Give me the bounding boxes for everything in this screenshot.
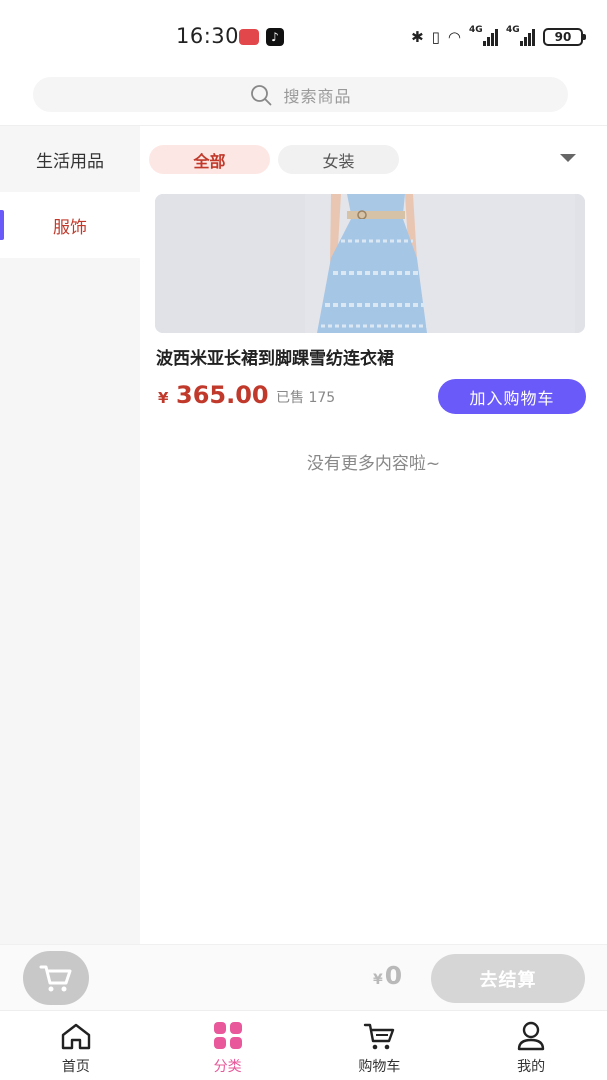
status-bar: 16:30 ♪ ✱ ▯ ◠ 4G 4G 90: [0, 0, 607, 72]
search-placeholder: 搜索商品: [283, 86, 352, 106]
cart-total: ¥0: [373, 961, 402, 990]
tab-home[interactable]: 首页: [0, 1011, 152, 1080]
signal-icon: 4G: [506, 25, 535, 46]
category-icon: [213, 1022, 242, 1049]
profile-icon: [517, 1021, 545, 1051]
expand-tabs-icon[interactable]: [560, 154, 576, 162]
tab-profile[interactable]: 我的: [455, 1011, 607, 1080]
search-input[interactable]: 搜索商品: [33, 77, 568, 112]
product-price: 365.00: [176, 381, 269, 409]
cart-icon: [39, 965, 72, 992]
signal-icon: 4G: [469, 25, 498, 46]
bluetooth-icon: ✱: [411, 28, 424, 46]
checkout-button[interactable]: 去结算: [431, 954, 585, 1003]
status-indicators: ✱ ▯ ◠ 4G 4G 90: [411, 25, 586, 48]
search-icon: [251, 84, 272, 105]
price-row: ¥ 365.00 已售 175 加入购物车: [156, 379, 586, 415]
battery-icon: 90: [543, 28, 586, 46]
tab-cart[interactable]: 购物车: [304, 1011, 456, 1080]
tiktok-icon: ♪: [266, 28, 284, 46]
dress-illustration: [155, 194, 585, 333]
sidebar-item-label: 生活用品: [36, 151, 104, 172]
sold-count: 已售 175: [276, 390, 336, 406]
tab-label: 我的: [517, 1059, 546, 1075]
cart-total-value: 0: [384, 961, 403, 990]
home-icon: [61, 1023, 91, 1050]
checkout-bar: ¥0 去结算: [0, 944, 607, 1010]
category-sidebar: 生活用品 服饰: [0, 126, 140, 944]
subcategory-tabs: 全部 女装: [149, 145, 399, 174]
sidebar-item-label: 服饰: [53, 217, 87, 238]
tab-womens-wear[interactable]: 女装: [278, 145, 399, 174]
network-type-label: 4G: [506, 25, 520, 35]
notification-app-icon: [239, 29, 259, 45]
product-image[interactable]: [155, 194, 585, 333]
bottom-tab-bar: 首页 分类 购物车 我的: [0, 1010, 607, 1080]
tab-all[interactable]: 全部: [149, 145, 270, 174]
tab-label: 购物车: [358, 1059, 401, 1075]
tab-label: 分类: [213, 1059, 242, 1075]
product-title[interactable]: 波西米亚长裙到脚踝雪纺连衣裙: [156, 344, 394, 369]
currency-symbol: ¥: [158, 389, 169, 407]
currency-symbol: ¥: [373, 972, 383, 988]
sidebar-item-apparel[interactable]: 服饰: [0, 192, 140, 258]
wifi-icon: ◠: [447, 28, 461, 46]
product-list-panel: 全部 女装 波西米亚长裙到脚踝雪纺连衣裙 ¥ 365.00 已售 175 加入购…: [140, 126, 607, 944]
vibrate-icon: ▯: [431, 28, 440, 46]
tab-category[interactable]: 分类: [152, 1011, 304, 1080]
status-time: 16:30: [176, 24, 240, 48]
add-to-cart-button[interactable]: 加入购物车: [438, 379, 586, 414]
end-of-list-text: 没有更多内容啦~: [306, 454, 441, 474]
network-type-label: 4G: [469, 25, 483, 35]
tab-label: 首页: [61, 1059, 90, 1075]
sidebar-item-daily-goods[interactable]: 生活用品: [0, 126, 140, 192]
floating-cart-button[interactable]: [23, 951, 89, 1005]
cart-icon: [364, 1023, 395, 1050]
